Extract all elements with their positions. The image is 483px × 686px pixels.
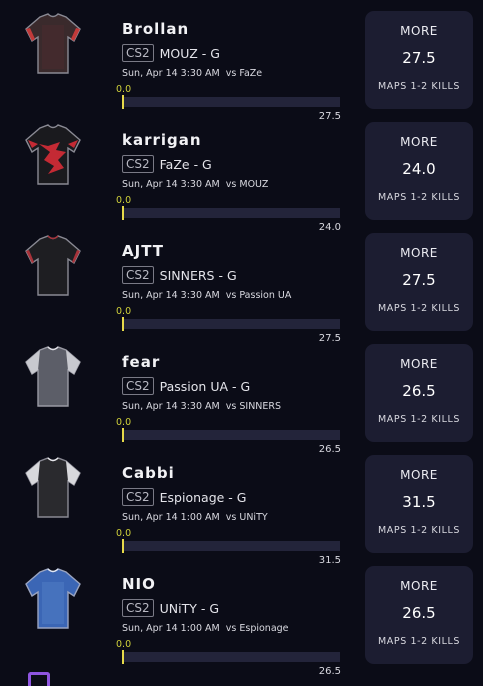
projection-line: 26.5: [402, 604, 436, 622]
range-marker: [122, 317, 124, 331]
game-badge: CS2: [122, 377, 154, 395]
team-position: FaZe - G: [159, 156, 212, 172]
more-pick-button[interactable]: MORE 27.5 MAPS 1-2 KILLS: [365, 11, 473, 109]
range-min-label: 0.0: [116, 84, 132, 95]
stat-type: MAPS 1-2 KILLS: [377, 636, 461, 647]
player-info: CS2 Espionage - G: [122, 488, 246, 506]
faze-jersey-icon: [25, 124, 81, 185]
range-max-label: 31.5: [318, 555, 341, 566]
player-row[interactable]: fear CS2 Passion UA - G Sun, Apr 14 3:30…: [0, 344, 483, 455]
stat-type: MAPS 1-2 KILLS: [377, 525, 461, 536]
more-pick-button[interactable]: MORE 24.0 MAPS 1-2 KILLS: [365, 122, 473, 220]
game-badge: CS2: [122, 488, 154, 506]
unity-jersey-icon: [25, 568, 81, 629]
projection-line: 27.5: [402, 271, 436, 289]
player-row[interactable]: Brollan CS2 MOUZ - G Sun, Apr 14 3:30 AM…: [0, 11, 483, 122]
range-min-label: 0.0: [116, 306, 132, 317]
app-logo-icon: [28, 672, 50, 686]
range-max-label: 27.5: [318, 333, 341, 344]
team-position: Espionage - G: [159, 489, 247, 505]
range-track: [122, 319, 340, 329]
projection-line: 31.5: [402, 493, 436, 511]
range-max-label: 26.5: [318, 666, 341, 677]
player-info: CS2 MOUZ - G: [122, 44, 220, 62]
projection-line: 24.0: [402, 160, 436, 178]
sinners-jersey-icon: [25, 235, 81, 296]
range-track: [122, 430, 340, 440]
player-name: karrigan: [122, 131, 202, 149]
player-info: CS2 Passion UA - G: [122, 377, 250, 395]
match-time: Sun, Apr 14 1:00 AM vs Espionage: [122, 623, 289, 634]
game-badge: CS2: [122, 44, 154, 62]
more-pick-button[interactable]: MORE 26.5 MAPS 1-2 KILLS: [365, 566, 473, 664]
stat-type: MAPS 1-2 KILLS: [377, 303, 461, 314]
more-label: MORE: [400, 357, 438, 371]
range-max-label: 24.0: [318, 222, 341, 233]
range-min-label: 0.0: [116, 417, 132, 428]
projection-line: 26.5: [402, 382, 436, 400]
match-time: Sun, Apr 14 3:30 AM vs SINNERS: [122, 401, 282, 412]
stat-type: MAPS 1-2 KILLS: [377, 81, 461, 92]
espionage-jersey-icon: [25, 457, 81, 518]
match-time: Sun, Apr 14 3:30 AM vs FaZe: [122, 68, 263, 79]
game-badge: CS2: [122, 155, 154, 173]
player-row[interactable]: karrigan CS2 FaZe - G Sun, Apr 14 3:30 A…: [0, 122, 483, 233]
team-position: SINNERS - G: [159, 267, 237, 283]
range-max-label: 27.5: [318, 111, 341, 122]
stat-type: MAPS 1-2 KILLS: [377, 192, 461, 203]
player-row[interactable]: Cabbi CS2 Espionage - G Sun, Apr 14 1:00…: [0, 455, 483, 566]
range-min-label: 0.0: [116, 195, 132, 206]
team-position: Passion UA - G: [159, 378, 251, 394]
player-row[interactable]: AJTT CS2 SINNERS - G Sun, Apr 14 3:30 AM…: [0, 233, 483, 344]
player-name: Brollan: [122, 20, 190, 38]
range-min-label: 0.0: [116, 528, 132, 539]
range-marker: [122, 206, 124, 220]
game-badge: CS2: [122, 266, 154, 284]
match-time: Sun, Apr 14 3:30 AM vs MOUZ: [122, 179, 269, 190]
more-label: MORE: [400, 135, 438, 149]
range-marker: [122, 428, 124, 442]
stat-type: MAPS 1-2 KILLS: [377, 414, 461, 425]
range-track: [122, 208, 340, 218]
projection-line: 27.5: [402, 49, 436, 67]
range-marker: [122, 95, 124, 109]
match-time: Sun, Apr 14 3:30 AM vs Passion UA: [122, 290, 292, 301]
passion-ua-jersey-icon: [25, 346, 81, 407]
range-max-label: 26.5: [318, 444, 341, 455]
game-badge: CS2: [122, 599, 154, 617]
range-track: [122, 541, 340, 551]
range-track: [122, 652, 340, 662]
player-name: NIO: [122, 575, 156, 593]
more-label: MORE: [400, 468, 438, 482]
mouz-jersey-icon: [25, 13, 81, 74]
more-pick-button[interactable]: MORE 31.5 MAPS 1-2 KILLS: [365, 455, 473, 553]
player-info: CS2 FaZe - G: [122, 155, 212, 173]
player-row[interactable]: NIO CS2 UNiTY - G Sun, Apr 14 1:00 AM vs…: [0, 566, 483, 677]
player-name: fear: [122, 353, 161, 371]
range-marker: [122, 539, 124, 553]
team-position: MOUZ - G: [159, 45, 220, 61]
team-position: UNiTY - G: [159, 600, 220, 616]
player-name: AJTT: [122, 242, 164, 260]
more-label: MORE: [400, 246, 438, 260]
range-marker: [122, 650, 124, 664]
match-time: Sun, Apr 14 1:00 AM vs UNiTY: [122, 512, 268, 523]
more-pick-button[interactable]: MORE 27.5 MAPS 1-2 KILLS: [365, 233, 473, 331]
more-label: MORE: [400, 579, 438, 593]
player-name: Cabbi: [122, 464, 175, 482]
range-min-label: 0.0: [116, 639, 132, 650]
player-info: CS2 UNiTY - G: [122, 599, 219, 617]
player-info: CS2 SINNERS - G: [122, 266, 237, 284]
range-track: [122, 97, 340, 107]
more-label: MORE: [400, 24, 438, 38]
more-pick-button[interactable]: MORE 26.5 MAPS 1-2 KILLS: [365, 344, 473, 442]
